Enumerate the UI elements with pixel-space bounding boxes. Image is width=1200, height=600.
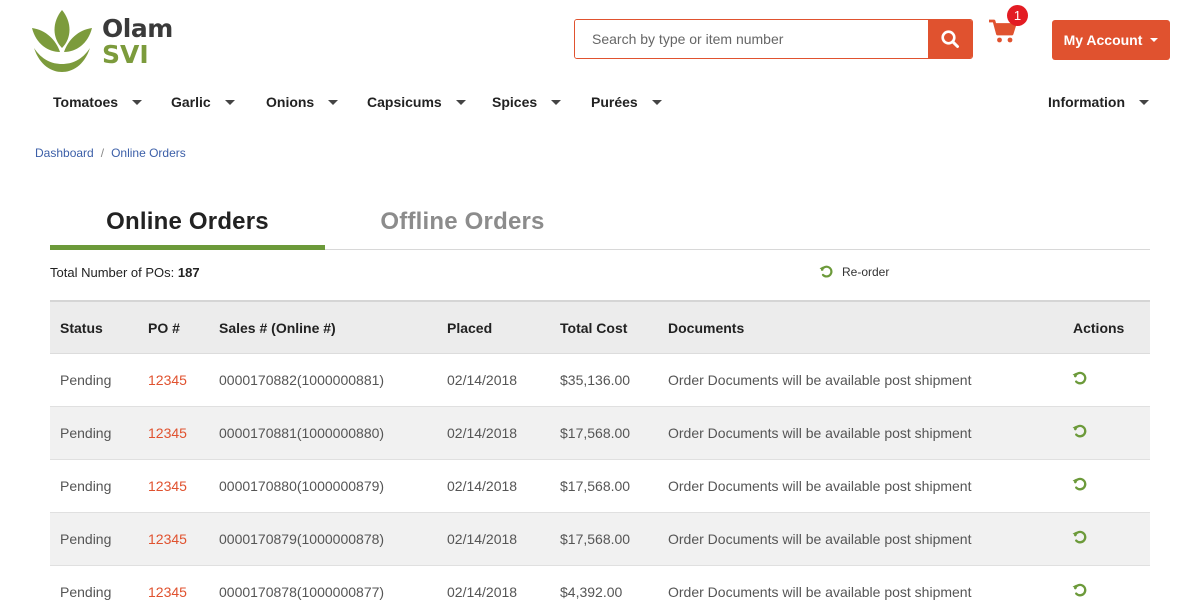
brand-logo[interactable]: Olam SVI	[30, 8, 173, 74]
placed-date-cell: 02/14/2018	[447, 584, 518, 600]
header-status: Status	[60, 320, 103, 336]
total-cost-cell: $17,568.00	[560, 531, 631, 547]
reorder-icon[interactable]	[1072, 582, 1088, 598]
tab-offline-orders[interactable]: Offline Orders	[325, 205, 600, 250]
nav-item-information[interactable]: Information	[1048, 94, 1149, 110]
nav-item-capsicums[interactable]: Capsicums	[367, 94, 466, 110]
status-cell: Pending	[60, 531, 112, 547]
reorder-icon[interactable]	[1072, 423, 1088, 439]
po-link[interactable]: 12345	[148, 584, 187, 600]
sales-number-cell: 0000170882(1000000881)	[219, 372, 385, 388]
total-cost-cell: $17,568.00	[560, 425, 631, 441]
documents-cell: Order Documents will be available post s…	[668, 425, 972, 441]
status-cell: Pending	[60, 584, 112, 600]
total-cost-cell: $17,568.00	[560, 478, 631, 494]
table-header: Status PO # Sales # (Online #) Placed To…	[50, 302, 1150, 354]
sales-number-cell: 0000170878(1000000877)	[219, 584, 385, 600]
header-total-cost: Total Cost	[560, 320, 628, 336]
chevron-down-icon	[1139, 99, 1149, 105]
placed-date-cell: 02/14/2018	[447, 478, 518, 494]
search-input[interactable]	[575, 20, 928, 58]
search-bar	[574, 19, 973, 59]
documents-cell: Order Documents will be available post s…	[668, 531, 972, 547]
po-count-summary: Total Number of POs: 187	[50, 265, 200, 280]
my-account-label: My Account	[1063, 32, 1143, 48]
header-placed: Placed	[447, 320, 493, 336]
chevron-down-icon	[551, 99, 562, 105]
reorder-icon[interactable]	[1072, 370, 1088, 386]
total-cost-cell: $35,136.00	[560, 372, 631, 388]
tab-online-orders[interactable]: Online Orders	[50, 205, 325, 250]
my-account-button[interactable]: My Account	[1052, 20, 1170, 60]
nav-item-label: Capsicums	[367, 94, 442, 110]
po-link[interactable]: 12345	[148, 531, 187, 547]
placed-date-cell: 02/14/2018	[447, 531, 518, 547]
sales-number-cell: 0000170880(1000000879)	[219, 478, 385, 494]
status-cell: Pending	[60, 425, 112, 441]
po-count-label: Total Number of POs:	[50, 265, 175, 280]
header-sales: Sales # (Online #)	[219, 320, 336, 336]
header-documents: Documents	[668, 320, 745, 336]
total-cost-cell: $4,392.00	[560, 584, 623, 600]
nav-item-spices[interactable]: Spices	[492, 94, 562, 110]
documents-cell: Order Documents will be available post s…	[668, 584, 972, 600]
chevron-down-icon	[1150, 38, 1159, 42]
brand-name-line2: SVI	[102, 39, 149, 69]
table-row: Pending 12345 0000170879(1000000878) 02/14/…	[50, 513, 1150, 566]
reorder-button[interactable]: Re-order	[819, 264, 889, 279]
reorder-label: Re-order	[842, 264, 890, 279]
reorder-icon[interactable]	[1072, 529, 1088, 545]
breadcrumb: Dashboard / Online Orders	[35, 146, 186, 160]
nav-item-label: Tomatoes	[53, 94, 119, 110]
table-row: Pending 12345 0000170880(1000000879) 02/14/…	[50, 460, 1150, 513]
documents-cell: Order Documents will be available post s…	[668, 478, 972, 494]
cart-count-badge: 1	[1007, 5, 1028, 26]
reorder-icon[interactable]	[1072, 476, 1088, 492]
sales-number-cell: 0000170881(1000000880)	[219, 425, 385, 441]
orders-tabs: Online Orders Offline Orders	[50, 205, 1150, 250]
table-body: Pending 12345 0000170882(1000000881) 02/14/…	[50, 354, 1150, 600]
nav-item-tomatoes[interactable]: Tomatoes	[53, 94, 143, 110]
breadcrumb-online-orders-link[interactable]: Online Orders	[111, 146, 186, 160]
po-count-value: 187	[177, 265, 200, 280]
nav-item-label: Spices	[492, 94, 538, 110]
nav-item-label: Onions	[266, 94, 315, 110]
search-icon	[941, 30, 959, 48]
po-link[interactable]: 12345	[148, 372, 187, 388]
status-cell: Pending	[60, 372, 112, 388]
sales-number-cell: 0000170879(1000000878)	[219, 531, 385, 547]
placed-date-cell: 02/14/2018	[447, 372, 518, 388]
search-button[interactable]	[928, 20, 972, 58]
documents-cell: Order Documents will be available post s…	[668, 372, 972, 388]
table-row: Pending 12345 0000170878(1000000877) 02/14/…	[50, 566, 1150, 600]
chevron-down-icon	[132, 99, 143, 105]
placed-date-cell: 02/14/2018	[447, 425, 518, 441]
logo-leaf-icon	[32, 10, 92, 72]
chevron-down-icon	[651, 99, 662, 105]
reorder-icon	[819, 265, 833, 278]
table-row: Pending 12345 0000170882(1000000881) 02/14/…	[50, 354, 1150, 407]
orders-table: Status PO # Sales # (Online #) Placed To…	[50, 300, 1150, 600]
nav-item-garlic[interactable]: Garlic	[171, 94, 235, 110]
chevron-down-icon	[455, 99, 466, 105]
chevron-down-icon	[328, 99, 339, 105]
main-nav: Tomatoes Garlic Onions Capsicums Spices …	[0, 94, 1200, 116]
nav-item-label: Garlic	[171, 94, 211, 110]
po-link[interactable]: 12345	[148, 425, 187, 441]
header-actions: Actions	[1073, 320, 1125, 336]
nav-item-label: Purées	[591, 94, 638, 110]
nav-item-label: Information	[1048, 94, 1125, 110]
header-po: PO #	[148, 320, 180, 336]
po-link[interactable]: 12345	[148, 478, 187, 494]
chevron-down-icon	[224, 99, 235, 105]
breadcrumb-separator: /	[100, 146, 105, 160]
nav-item-onions[interactable]: Onions	[266, 94, 339, 110]
status-cell: Pending	[60, 478, 112, 494]
nav-item-purees[interactable]: Purées	[591, 94, 662, 110]
table-row: Pending 12345 0000170881(1000000880) 02/14/…	[50, 407, 1150, 460]
brand-name-line1: Olam	[102, 13, 173, 43]
breadcrumb-dashboard-link[interactable]: Dashboard	[35, 146, 94, 160]
